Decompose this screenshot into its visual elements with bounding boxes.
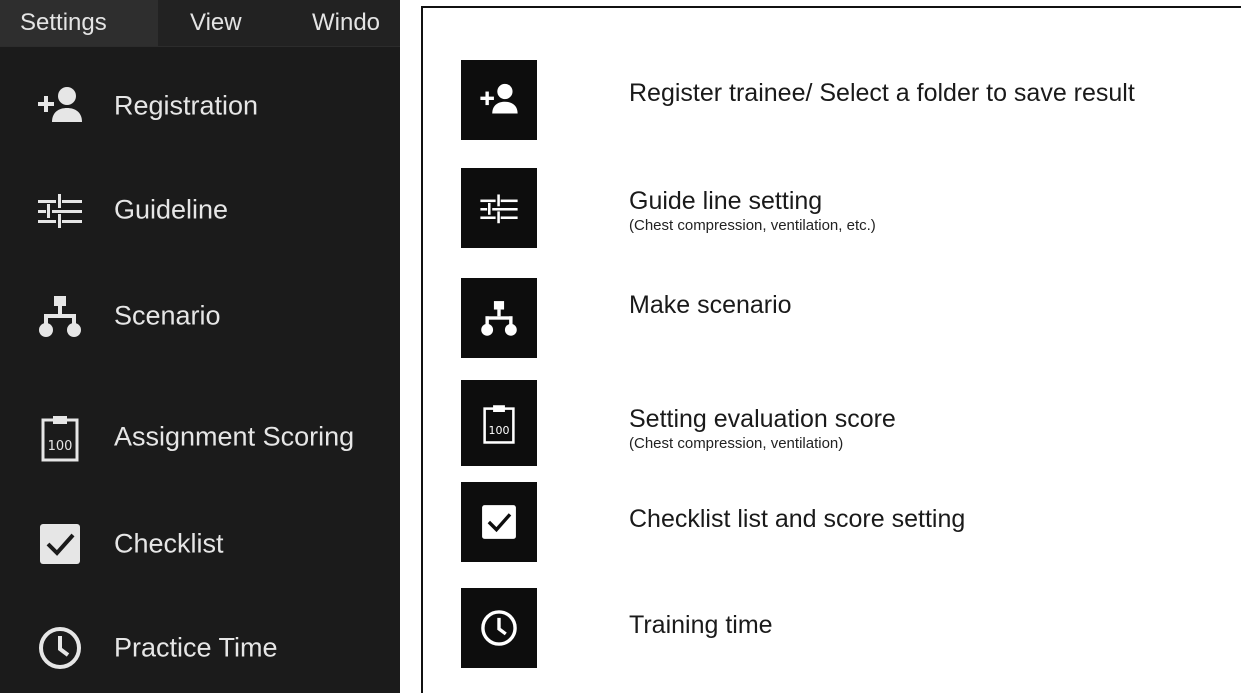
divider-line [421,6,423,693]
legend-title: Checklist list and score setting [629,505,966,533]
clipboard-100-icon: 100 [34,411,86,463]
svg-text:100: 100 [489,424,510,437]
legend-title: Guide line setting [629,187,823,215]
svg-text:100: 100 [48,439,73,454]
menu-item-registration[interactable]: Registration [0,56,400,156]
menu-item-label: Registration [114,90,259,121]
menu-item-scenario[interactable]: Scenario [0,266,400,366]
menu-item-guideline[interactable]: Guideline [0,160,400,260]
clock-icon [34,622,86,674]
legend-row-evaluation-score: 100 Setting evaluation score (Chest comp… [461,380,1221,466]
menubar-view[interactable]: View [190,0,242,46]
hierarchy-icon [34,290,86,342]
legend-icon-box [461,60,537,140]
menu-item-practice-time[interactable]: Practice Time [0,598,400,693]
add-person-icon [34,80,86,132]
menu-item-checklist[interactable]: Checklist [0,494,400,594]
menu-item-assignment-scoring[interactable]: 100 Assignment Scoring [0,387,400,487]
legend-subtitle: (Chest compression, ventilation) [629,435,844,452]
legend-title: Setting evaluation score [629,405,896,433]
menu-item-label: Checklist [114,528,224,559]
sliders-icon [34,184,86,236]
legend-title: Training time [629,611,773,639]
legend-icon-box [461,588,537,668]
legend-icon-box [461,168,537,248]
legend-row-guideline: Guide line setting (Chest compression, v… [461,168,1221,248]
menubar-window[interactable]: Windo [312,0,380,46]
menu-item-label: Scenario [114,300,221,331]
menu-item-label: Practice Time [114,632,278,663]
menu-item-label: Assignment Scoring [114,421,355,452]
menu-item-label: Guideline [114,194,229,225]
legend-title: Make scenario [629,291,792,319]
legend-title: Register trainee/ Select a folder to sav… [629,79,1135,107]
legend-icon-box [461,482,537,562]
legend-row-checklist: Checklist list and score setting [461,482,1221,562]
legend-icon-box: 100 [461,380,537,466]
menubar-settings[interactable]: Settings [0,0,158,46]
settings-menu-panel: Settings View Windo Registration Guideli… [0,0,400,693]
legend-row-scenario: Make scenario [461,278,1221,358]
menu-bar: Settings View Windo [0,0,400,47]
legend-top-border [421,6,1241,8]
legend-row-register: Register trainee/ Select a folder to sav… [461,60,1221,140]
checkbox-icon [34,518,86,570]
legend-row-training-time: Training time [461,588,1221,668]
legend-subtitle: (Chest compression, ventilation, etc.) [629,217,876,234]
legend-icon-box [461,278,537,358]
